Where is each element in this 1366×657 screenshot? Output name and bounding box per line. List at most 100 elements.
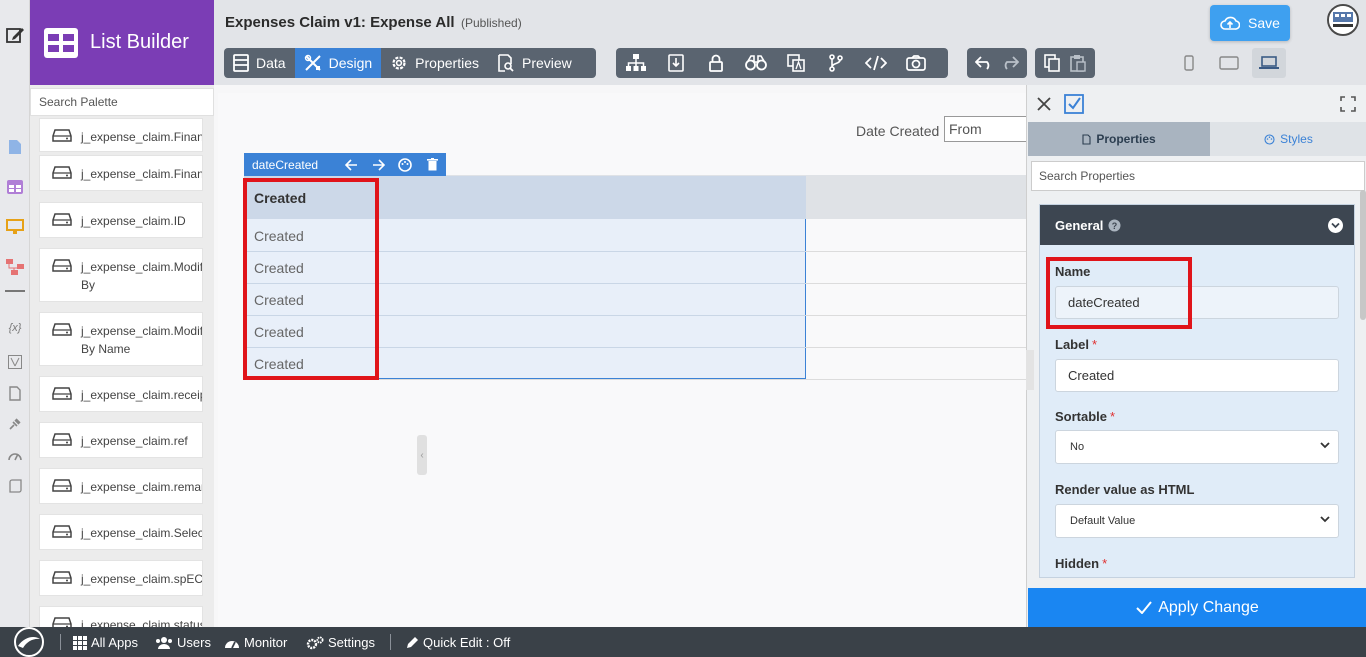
- chevron-down-icon[interactable]: [1328, 218, 1343, 233]
- field-icon: [52, 213, 72, 226]
- sitemap-icon[interactable]: [616, 48, 656, 78]
- help-icon[interactable]: ?: [1108, 219, 1121, 232]
- move-right-icon[interactable]: [365, 153, 392, 176]
- chevron-down-icon: [1320, 516, 1330, 523]
- label-label-text: Label: [1055, 337, 1089, 352]
- i18n-icon[interactable]: [5, 352, 25, 372]
- palette-item[interactable]: j_expense_claim.Modified By Name: [39, 312, 203, 366]
- footer-all-apps[interactable]: All Apps: [73, 635, 138, 650]
- palette-item[interactable]: j_expense_claim.FinanceApprover: [39, 118, 203, 152]
- palette-item[interactable]: j_expense_claim.ID: [39, 202, 203, 238]
- footer-quick-edit[interactable]: Quick Edit : Off: [405, 635, 510, 650]
- date-from-input[interactable]: From: [944, 116, 1026, 142]
- list-grid-icon[interactable]: [5, 177, 25, 197]
- design-canvas: Date Created From Created Created Create…: [214, 85, 1026, 627]
- redo-icon[interactable]: [997, 48, 1023, 78]
- save-button[interactable]: Save: [1210, 5, 1290, 41]
- render-html-field-label: Render value as HTML: [1055, 482, 1194, 497]
- palette-style-icon[interactable]: [392, 153, 419, 176]
- tab-data[interactable]: Data: [224, 48, 295, 78]
- branch-icon[interactable]: [816, 48, 856, 78]
- checkbox-icon[interactable]: [1064, 94, 1084, 114]
- mobile-view-button[interactable]: [1172, 48, 1206, 78]
- top-header: Expenses Claim v1: Expense All (Publishe…: [214, 0, 1366, 85]
- apply-change-label: Apply Change: [1158, 598, 1259, 616]
- userview-icon[interactable]: [5, 217, 25, 237]
- palette-item[interactable]: j_expense_claim.remark: [39, 468, 203, 504]
- sortable-field-label: Sortable *: [1055, 409, 1115, 424]
- joget-logo-icon[interactable]: [12, 627, 46, 657]
- tab-properties[interactable]: Properties: [381, 48, 488, 78]
- render-html-select[interactable]: Default Value: [1055, 504, 1339, 538]
- general-section-header[interactable]: General ?: [1040, 205, 1354, 245]
- tab-preview[interactable]: Preview: [488, 48, 581, 78]
- sortable-select[interactable]: No: [1055, 430, 1339, 464]
- sortable-label-text: Sortable: [1055, 409, 1108, 424]
- variable-icon[interactable]: {x}: [5, 318, 25, 338]
- palette-item[interactable]: j_expense_claim.receipt: [39, 376, 203, 412]
- palette-item[interactable]: j_expense_claim.spECD: [39, 560, 203, 596]
- palette-item[interactable]: j_expense_claim.Modified By: [39, 248, 203, 302]
- edit-icon[interactable]: [5, 25, 25, 45]
- left-icon-rail: {x}: [0, 0, 30, 627]
- code-icon[interactable]: [856, 48, 896, 78]
- tablet-view-button[interactable]: [1212, 48, 1246, 78]
- laptop-view-button[interactable]: [1252, 48, 1286, 78]
- palette-collapse-handle[interactable]: ‹: [417, 435, 427, 475]
- properties-topbar: [1027, 85, 1366, 122]
- properties-scrollbar[interactable]: [1360, 190, 1366, 320]
- palette-item[interactable]: j_expense_claim.status: [39, 606, 203, 627]
- palette-item-label: j_expense_claim.SelectApprover: [81, 526, 202, 540]
- palette-item[interactable]: j_expense_claim.SelectApprover: [39, 514, 203, 550]
- palette-item[interactable]: j_expense_claim.FinanceApprovedDate: [39, 155, 203, 191]
- footer-bar: All Apps Users Monitor Settings Quick Ed…: [0, 627, 1366, 657]
- copy-icon[interactable]: [1039, 48, 1065, 78]
- close-icon[interactable]: [1035, 95, 1053, 113]
- footer-monitor[interactable]: Monitor: [224, 635, 287, 650]
- plugin-icon[interactable]: [5, 414, 25, 434]
- palette-search-input[interactable]: Search Palette: [30, 88, 214, 116]
- undo-icon[interactable]: [971, 48, 997, 78]
- palette-item[interactable]: j_expense_claim.ref: [39, 422, 203, 458]
- field-icon: [52, 479, 72, 492]
- field-icon: [52, 259, 72, 272]
- palette-style-icon: [1264, 133, 1275, 145]
- camera-icon[interactable]: [896, 48, 936, 78]
- i18n-icon[interactable]: [776, 48, 816, 78]
- sortable-select-value: No: [1070, 441, 1085, 453]
- process-icon[interactable]: [5, 257, 25, 277]
- footer-settings[interactable]: Settings: [306, 635, 375, 650]
- expand-icon[interactable]: [1340, 96, 1356, 112]
- field-icon: [52, 571, 72, 584]
- tab-design[interactable]: Design: [294, 48, 382, 78]
- palette-item-label: j_expense_claim.ID: [81, 214, 186, 228]
- palette-item-label: j_expense_claim.Modified By: [81, 260, 203, 292]
- lock-icon[interactable]: [696, 48, 736, 78]
- label-field[interactable]: Created: [1055, 359, 1339, 392]
- delete-icon[interactable]: [419, 153, 446, 176]
- tab-styles[interactable]: Styles: [1210, 122, 1366, 156]
- palette-panel: Search Palette j_expense_claim.FinanceAp…: [30, 85, 214, 627]
- palette-item-label: j_expense_claim.status: [81, 618, 203, 627]
- avatar[interactable]: [1327, 4, 1359, 36]
- binoculars-icon[interactable]: [736, 48, 776, 78]
- properties-splitter-handle[interactable]: [1026, 350, 1034, 390]
- dashboard-icon[interactable]: [5, 445, 25, 465]
- rail-divider: [5, 290, 25, 292]
- paste-icon[interactable]: [1065, 48, 1091, 78]
- file-icon[interactable]: [5, 383, 25, 403]
- move-left-icon[interactable]: [338, 153, 365, 176]
- properties-search-input[interactable]: Search Properties: [1031, 161, 1365, 191]
- tab-properties-panel[interactable]: Properties: [1028, 122, 1210, 156]
- gear-icon: [392, 56, 406, 70]
- column-toolbar: dateCreated: [244, 153, 446, 176]
- tab-properties-label: Properties: [1096, 132, 1156, 146]
- tab-data-label: Data: [256, 55, 286, 71]
- scroll-icon[interactable]: [5, 476, 25, 496]
- import-icon[interactable]: [656, 48, 696, 78]
- tab-preview-label: Preview: [521, 55, 572, 71]
- footer-users[interactable]: Users: [155, 635, 211, 650]
- document-icon[interactable]: [5, 137, 25, 157]
- svg-text:?: ?: [1112, 221, 1118, 231]
- apply-change-button[interactable]: Apply Change: [1028, 588, 1366, 627]
